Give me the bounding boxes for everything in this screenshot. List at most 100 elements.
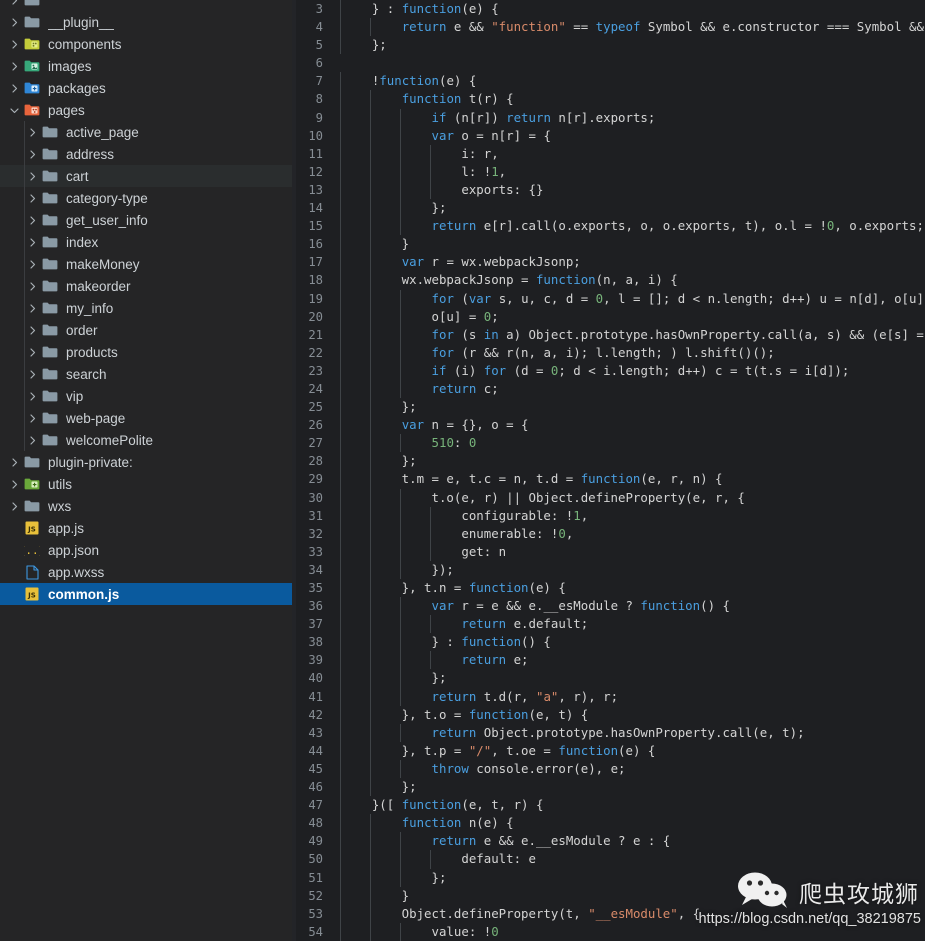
code-line[interactable]: 29 t.m = e, t.c = n, t.d = function(e, r… xyxy=(292,470,925,489)
folder-tree-item[interactable]: wxs xyxy=(0,495,292,517)
code-line-text[interactable]: }, t.p = "/", t.oe = function(e) { xyxy=(336,741,925,760)
chevron-right-icon[interactable] xyxy=(24,407,40,429)
chevron-right-icon[interactable] xyxy=(6,0,22,11)
file-tree-item[interactable]: JS app.js xyxy=(0,517,292,539)
folder-tree-item[interactable]: web-page xyxy=(0,407,292,429)
code-line-text[interactable]: }; xyxy=(336,669,925,688)
code-line[interactable]: 34 }); xyxy=(292,560,925,579)
chevron-right-icon[interactable] xyxy=(6,33,22,55)
code-line-text[interactable]: get: n xyxy=(336,542,925,561)
code-line[interactable]: 39 return e; xyxy=(292,651,925,670)
code-line[interactable]: 12 l: !1, xyxy=(292,162,925,181)
folder-tree-item[interactable]: makeMoney xyxy=(0,253,292,275)
code-line-text[interactable]: }; xyxy=(336,452,925,471)
code-line-text[interactable]: Object.defineProperty(t, "__esModule", { xyxy=(336,904,925,923)
code-line[interactable]: 35 }, t.n = function(e) { xyxy=(292,579,925,598)
code-line-text[interactable]: !function(e) { xyxy=(336,72,925,91)
chevron-right-icon[interactable] xyxy=(24,253,40,275)
folder-tree-item[interactable]: category-type xyxy=(0,187,292,209)
code-line[interactable]: 5 }; xyxy=(292,36,925,55)
code-line[interactable]: 33 get: n xyxy=(292,542,925,561)
code-line-text[interactable]: }, t.n = function(e) { xyxy=(336,579,925,598)
chevron-right-icon[interactable] xyxy=(6,77,22,99)
code-line[interactable]: 49 return e && e.__esModule ? e : { xyxy=(292,832,925,851)
code-line-text[interactable]: } xyxy=(336,235,925,254)
folder-tree-item[interactable]: makeorder xyxy=(0,275,292,297)
folder-tree-item[interactable]: index xyxy=(0,231,292,253)
folder-tree-item[interactable]: components xyxy=(0,33,292,55)
code-line-text[interactable]: function t(r) { xyxy=(336,90,925,109)
code-line[interactable]: 54 value: !0 xyxy=(292,922,925,941)
code-line[interactable]: 51 }; xyxy=(292,868,925,887)
chevron-right-icon[interactable] xyxy=(24,275,40,297)
file-tree-item[interactable]: app.wxss xyxy=(0,561,292,583)
file-tree-item[interactable]: JS common.js xyxy=(0,583,292,605)
code-line-text[interactable]: }; xyxy=(336,868,925,887)
chevron-right-icon[interactable] xyxy=(24,319,40,341)
code-lines-container[interactable]: 3 } : function(e) {4 return e && "functi… xyxy=(292,0,925,941)
code-line-text[interactable]: o[u] = 0; xyxy=(336,307,925,326)
code-line-text[interactable]: }; xyxy=(336,36,925,55)
code-line-text[interactable]: return c; xyxy=(336,379,925,399)
chevron-right-icon[interactable] xyxy=(24,385,40,407)
code-line[interactable]: 25 }; xyxy=(292,398,925,417)
folder-tree-item[interactable]: address xyxy=(0,143,292,165)
code-line-text[interactable]: enumerable: !0, xyxy=(336,524,925,543)
chevron-down-icon[interactable] xyxy=(6,99,22,121)
code-line-text[interactable]: t.o(e, r) || Object.defineProperty(e, r,… xyxy=(336,488,925,507)
code-line-text[interactable]: var r = e && e.__esModule ? function() { xyxy=(336,597,925,616)
code-line-text[interactable]: wx.webpackJsonp = function(n, a, i) { xyxy=(336,271,925,290)
code-line-text[interactable]: var n = {}, o = { xyxy=(336,416,925,435)
code-line[interactable]: 27 510: 0 xyxy=(292,434,925,453)
folder-tree-item[interactable]: order xyxy=(0,319,292,341)
code-line-text[interactable]: } : function() { xyxy=(336,633,925,652)
folder-tree-item[interactable]: pages xyxy=(0,99,292,121)
code-line-text[interactable]: function n(e) { xyxy=(336,814,925,833)
code-line-text[interactable]: return e && "function" == typeof Symbol … xyxy=(336,18,925,37)
file-tree-item[interactable]: {..} app.json xyxy=(0,539,292,561)
code-line[interactable]: 40 }; xyxy=(292,669,925,688)
code-line[interactable]: 43 return Object.prototype.hasOwnPropert… xyxy=(292,723,925,742)
code-line[interactable]: 38 } : function() { xyxy=(292,633,925,652)
code-line[interactable]: 48 function n(e) { xyxy=(292,814,925,833)
code-line[interactable]: 15 return e[r].call(o.exports, o, o.expo… xyxy=(292,217,925,236)
chevron-right-icon[interactable] xyxy=(24,121,40,143)
code-line-text[interactable]: }); xyxy=(336,560,925,579)
code-line[interactable]: 44 }, t.p = "/", t.oe = function(e) { xyxy=(292,741,925,760)
code-line-text[interactable]: } xyxy=(336,886,925,905)
folder-tree-item[interactable]: vip xyxy=(0,385,292,407)
code-line[interactable]: 53 Object.defineProperty(t, "__esModule"… xyxy=(292,904,925,923)
chevron-right-icon[interactable] xyxy=(6,55,22,77)
code-editor-pane[interactable]: 3 } : function(e) {4 return e && "functi… xyxy=(292,0,925,941)
chevron-right-icon[interactable] xyxy=(6,451,22,473)
code-line-text[interactable]: var o = n[r] = { xyxy=(336,126,925,145)
folder-tree-item[interactable]: my_info xyxy=(0,297,292,319)
code-line-text[interactable]: configurable: !1, xyxy=(336,506,925,525)
code-line[interactable]: 24 return c; xyxy=(292,379,925,399)
folder-tree-item[interactable]: __plugin__ xyxy=(0,11,292,33)
code-line-text[interactable]: return e.default; xyxy=(336,615,925,634)
code-line[interactable]: 13 exports: {} xyxy=(292,180,925,200)
code-line-text[interactable]: return e; xyxy=(336,651,925,670)
chevron-right-icon[interactable] xyxy=(6,473,22,495)
folder-tree-item[interactable]: images xyxy=(0,55,292,77)
chevron-right-icon[interactable] xyxy=(24,231,40,253)
code-line-text[interactable]: for (s in a) Object.prototype.hasOwnProp… xyxy=(336,325,925,344)
code-line-text[interactable]: return e && e.__esModule ? e : { xyxy=(336,832,925,851)
code-line-text[interactable]: default: e xyxy=(336,850,925,869)
code-line-text[interactable] xyxy=(336,54,925,72)
code-line[interactable]: 22 for (r && r(n, a, i); l.length; ) l.s… xyxy=(292,343,925,362)
code-line[interactable]: 18 wx.webpackJsonp = function(n, a, i) { xyxy=(292,271,925,290)
code-line[interactable]: 10 var o = n[r] = { xyxy=(292,126,925,145)
code-line-text[interactable]: 510: 0 xyxy=(336,434,925,453)
code-line-text[interactable]: exports: {} xyxy=(336,180,925,200)
code-line[interactable]: 36 var r = e && e.__esModule ? function(… xyxy=(292,597,925,616)
chevron-right-icon[interactable] xyxy=(6,11,22,33)
code-line-text[interactable]: return Object.prototype.hasOwnProperty.c… xyxy=(336,723,925,742)
code-line[interactable]: 30 t.o(e, r) || Object.defineProperty(e,… xyxy=(292,488,925,507)
folder-tree-item[interactable]: products xyxy=(0,341,292,363)
code-line[interactable]: 23 if (i) for (d = 0; d < i.length; d++)… xyxy=(292,361,925,380)
folder-tree-item[interactable] xyxy=(0,0,292,11)
code-line[interactable]: 16 } xyxy=(292,235,925,254)
chevron-right-icon[interactable] xyxy=(24,429,40,451)
